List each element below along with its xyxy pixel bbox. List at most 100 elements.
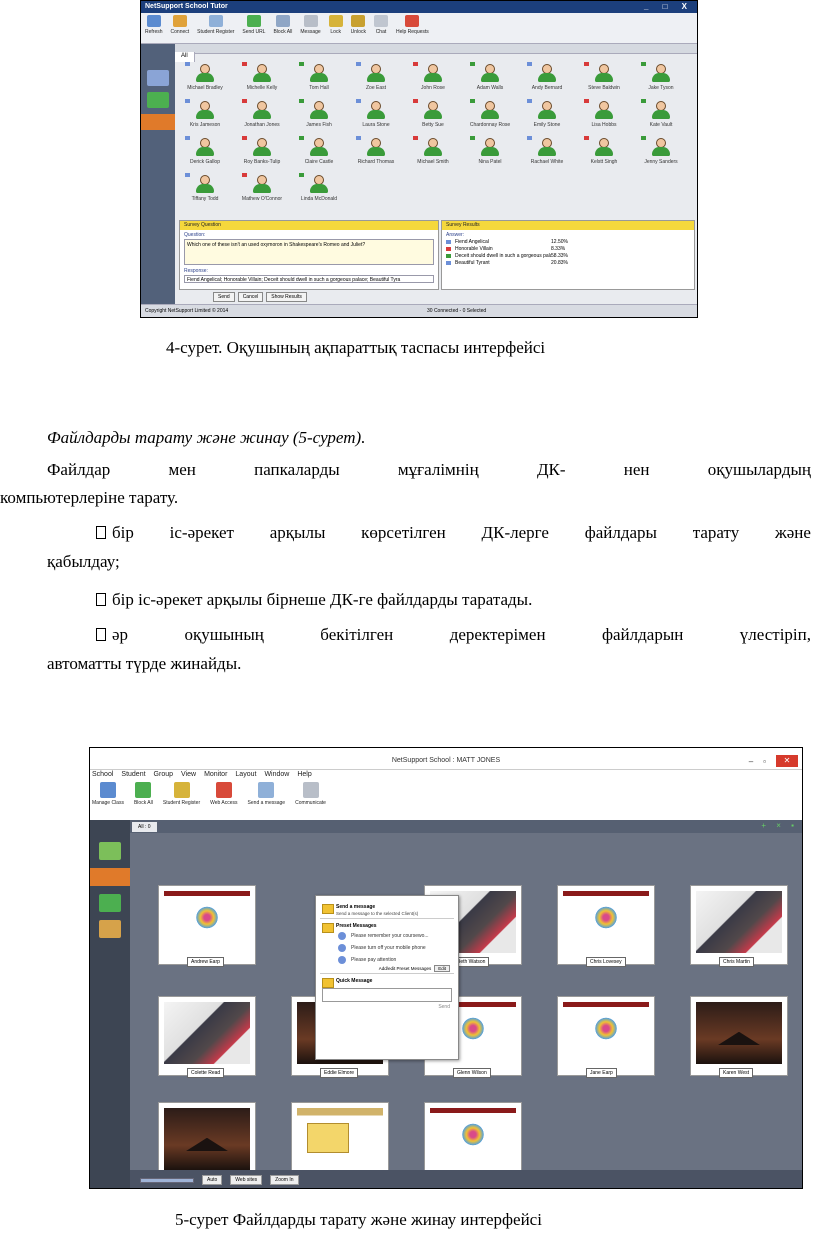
tab-tools[interactable]: + × ▪	[761, 821, 798, 830]
web-sites-button[interactable]: Web sites	[230, 1175, 263, 1185]
student-tile[interactable]: James Fish	[293, 97, 345, 134]
send-url-button[interactable]: Send URL	[242, 15, 265, 41]
bullet-1-line-2: қабылдау;	[47, 552, 120, 571]
student-tile[interactable]: John Rose	[407, 60, 459, 97]
survey-buttons: Send Cancel Show Results	[213, 292, 307, 302]
block-all-button[interactable]: Block All	[134, 782, 153, 806]
student-tile[interactable]: Michael Smith	[407, 134, 459, 171]
student-tile[interactable]: Kate Vault	[635, 97, 687, 134]
cancel-button[interactable]: Cancel	[237, 292, 264, 302]
student-tile[interactable]: Mathew O'Connor	[236, 171, 288, 208]
send-message-title[interactable]: Send a message	[316, 902, 458, 914]
student-tile[interactable]: Nina Patel	[464, 134, 516, 171]
student-tile[interactable]: Zoe East	[350, 60, 402, 97]
globe-icon[interactable]	[147, 92, 169, 108]
student-tile[interactable]: Claire Castle	[293, 134, 345, 171]
minimize-icon[interactable]: –	[749, 757, 753, 766]
student-tile[interactable]: Emily Stone	[521, 97, 573, 134]
auto-button[interactable]: Auto	[202, 1175, 223, 1185]
survey-icon[interactable]	[141, 114, 175, 130]
student-tile[interactable]: Chardonnay Rose	[464, 97, 516, 134]
student-tile[interactable]: Derick Gallop	[179, 134, 231, 171]
show-results-button[interactable]: Show Results	[266, 292, 307, 302]
student-tile[interactable]: Michelle Kelly	[236, 60, 288, 97]
manage-class-button[interactable]: Manage Class	[92, 782, 124, 806]
thumbnail-name: Chris Lovesey	[586, 957, 626, 967]
globe-icon-2[interactable]	[99, 894, 121, 912]
tab-all-2[interactable]: All : 0	[132, 822, 157, 832]
send-button[interactable]: Send	[213, 292, 235, 302]
preset-message[interactable]: Please remember your coursewo...	[316, 930, 458, 942]
student-tile[interactable]: Kelstt Singh	[578, 134, 630, 171]
restore-icon[interactable]: ▫	[763, 757, 766, 766]
menu-window[interactable]: Window	[264, 771, 289, 778]
menu-student[interactable]: Student	[121, 771, 145, 778]
help-requests-button[interactable]: Help Requests	[396, 15, 429, 41]
student-tile[interactable]: Andy Bernard	[521, 60, 573, 97]
close-icon[interactable]: ✕	[776, 755, 798, 767]
zoom-in-button[interactable]: Zoom In	[270, 1175, 299, 1185]
quick-message-input[interactable]	[322, 988, 452, 1002]
block-all-button[interactable]: Block All	[273, 15, 292, 41]
student-name: Steve Baldwin	[588, 85, 620, 91]
send-a-message-button[interactable]: Send a message	[248, 782, 285, 806]
send-button[interactable]: Send	[316, 1004, 458, 1010]
menu-group[interactable]: Group	[154, 771, 173, 778]
student-thumbnail[interactable]: Karen West	[690, 996, 788, 1078]
student-tile[interactable]: Jonathan Jones	[236, 97, 288, 134]
window-controls[interactable]: _ □ X	[644, 2, 693, 11]
student-thumbnail[interactable]: Andrew Earp	[158, 885, 256, 967]
preset-message[interactable]: Please turn off your mobile phone	[316, 942, 458, 954]
student-thumbnail[interactable]: Chris Martin	[690, 885, 788, 967]
student-tile[interactable]: Roy Banks-Tulip	[236, 134, 288, 171]
student-thumbnail[interactable]: Chris Lovesey	[557, 885, 655, 967]
student-tile[interactable]: Michael Bradley	[179, 60, 231, 97]
response-field[interactable]: Fiend Angelical; Honorable Villain; Dece…	[184, 275, 434, 283]
word: оқушының	[184, 625, 264, 644]
student-tile[interactable]: Jenny Sanders	[635, 134, 687, 171]
student-tile[interactable]: Tiffany Todd	[179, 171, 231, 208]
chat-button[interactable]: Chat	[373, 15, 388, 41]
menu-school[interactable]: School	[92, 771, 113, 778]
student-thumbnail[interactable]: Colette Read	[158, 996, 256, 1078]
menu-layout[interactable]: Layout	[235, 771, 256, 778]
student-tile[interactable]: Linda McDonald	[293, 171, 345, 208]
question-field[interactable]: Which one of these isn't an used oxymoro…	[184, 239, 434, 265]
student-tile[interactable]: Kris Jameson	[179, 97, 231, 134]
word: деректерімен	[449, 625, 546, 644]
lock-button[interactable]: Lock	[328, 15, 343, 41]
thumbnail-view-icon[interactable]	[147, 70, 169, 86]
student-tile[interactable]: Tom Hall	[293, 60, 345, 97]
student-tile[interactable]: Betty Sue	[407, 97, 459, 134]
survey-icon-2[interactable]	[99, 920, 121, 938]
student-register-button[interactable]: Student Register	[163, 782, 200, 806]
web-access-button[interactable]: Web Access	[210, 782, 238, 806]
menu-help[interactable]: Help	[297, 771, 311, 778]
flag-icon	[242, 136, 247, 140]
zoom-slider[interactable]	[140, 1177, 194, 1183]
connect-button[interactable]: Connect	[171, 15, 189, 41]
student-thumbnail[interactable]: Jane Earp	[557, 996, 655, 1078]
home-icon[interactable]	[99, 842, 121, 860]
student-tile[interactable]: Richard Thomas	[350, 134, 402, 171]
student-tile[interactable]: Steve Baldwin	[578, 60, 630, 97]
student-tile[interactable]: Adam Walls	[464, 60, 516, 97]
student-register-button[interactable]: Student Register	[197, 15, 234, 41]
flag-icon	[641, 136, 646, 140]
toolbar-label: Web Access	[210, 800, 238, 806]
student-tile[interactable]: Jake Tyson	[635, 60, 687, 97]
student-tile[interactable]: Lisa Hobbs	[578, 97, 630, 134]
toolbar-label: Student Register	[162, 800, 201, 806]
menu-view[interactable]: View	[181, 771, 196, 778]
thumbnail-view-icon-2[interactable]	[90, 868, 130, 886]
thumbnail-name: Eddie Elmore	[320, 1068, 359, 1078]
answer-flag-icon	[446, 253, 451, 258]
unlock-button[interactable]: Unlock	[351, 15, 366, 41]
communicate-button[interactable]: Communicate	[295, 782, 326, 806]
student-tile[interactable]: Rachael White	[521, 134, 573, 171]
refresh-button[interactable]: Refresh	[145, 15, 163, 41]
edit-button[interactable]: Edit	[434, 965, 450, 972]
student-tile[interactable]: Laura Stone	[350, 97, 402, 134]
menu-monitor[interactable]: Monitor	[204, 771, 227, 778]
message-button[interactable]: Message	[300, 15, 321, 41]
